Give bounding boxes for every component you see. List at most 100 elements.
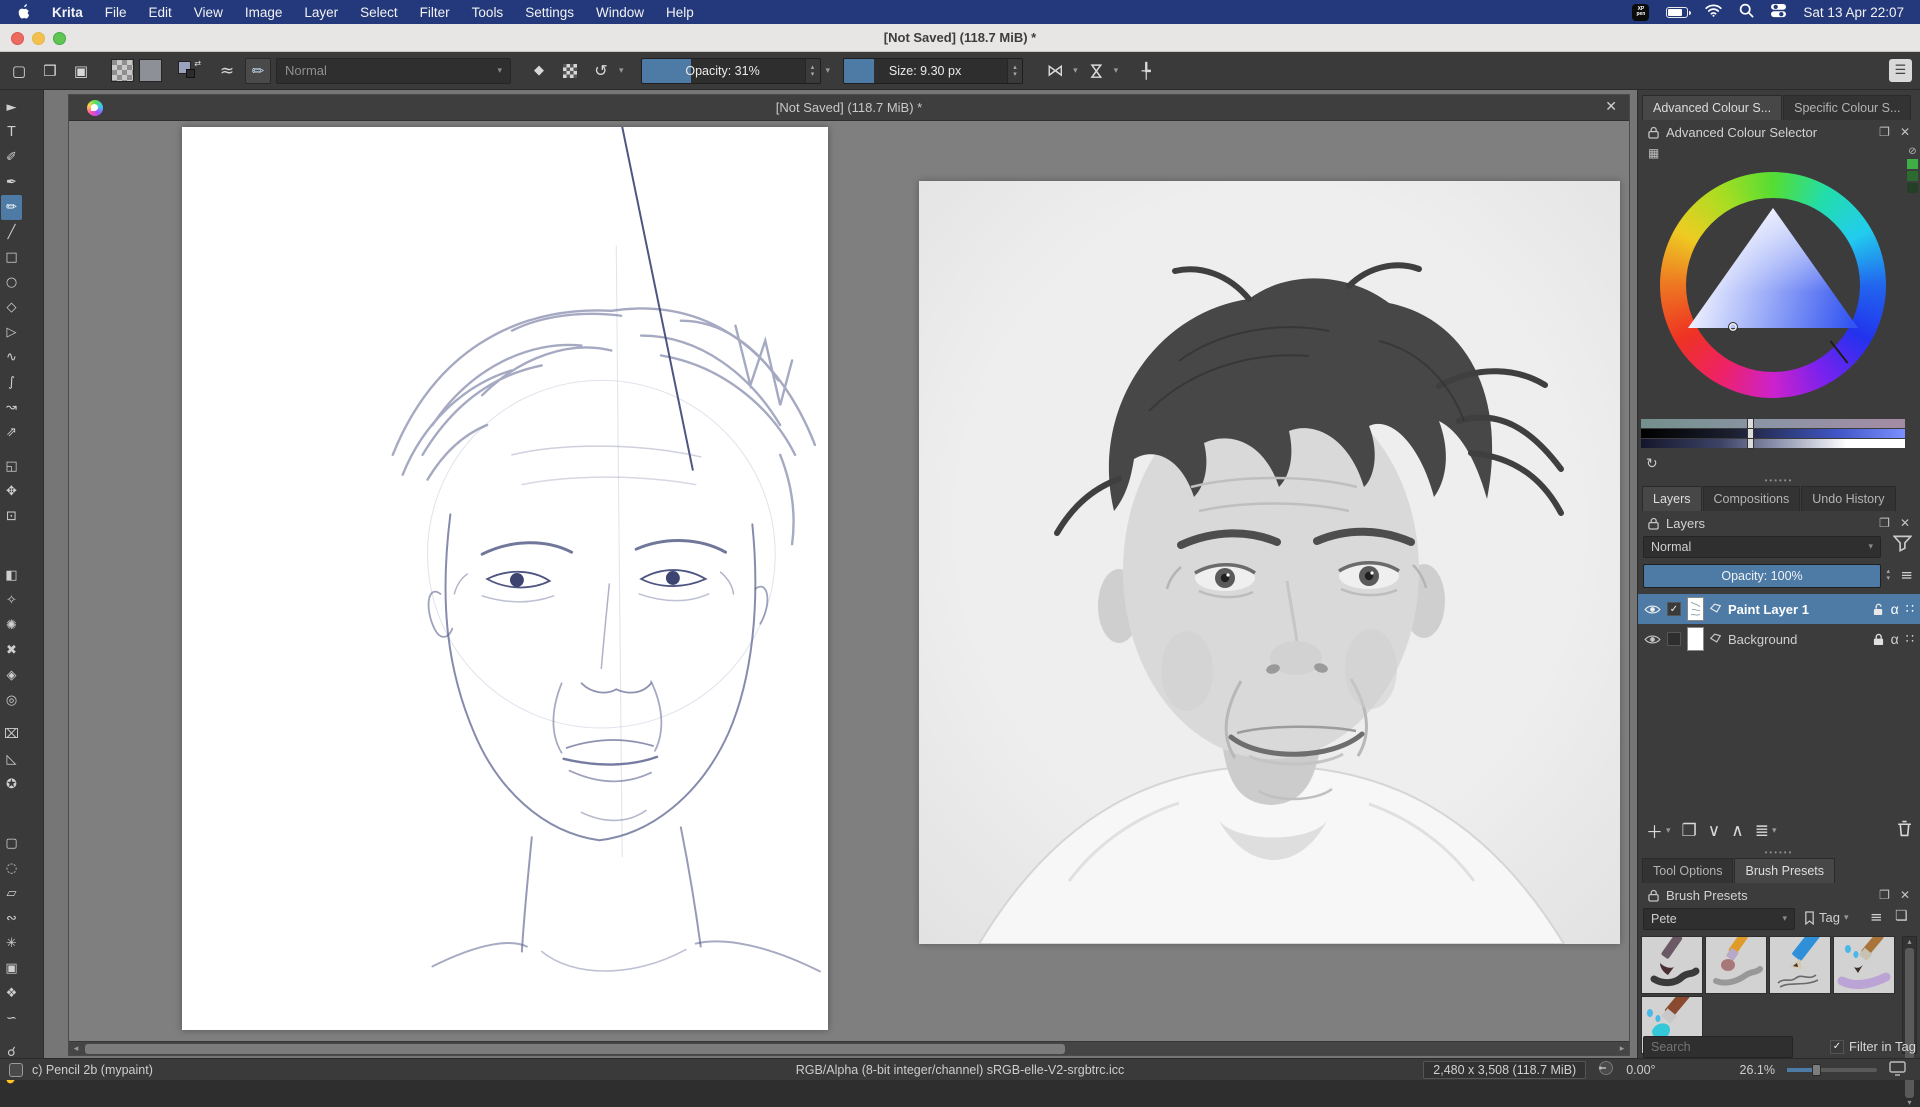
tab-advanced-colour-selector[interactable]: Advanced Colour S...	[1642, 95, 1782, 120]
menu-view[interactable]: View	[183, 0, 234, 24]
scroll-right-icon[interactable]: ▸	[1615, 1044, 1629, 1054]
presets-display-icon[interactable]: ❏	[1895, 908, 1908, 924]
menu-edit[interactable]: Edit	[138, 0, 183, 24]
layer-alpha-lock-icon[interactable]: α	[1891, 631, 1899, 647]
polygon-tool[interactable]: ◇	[1, 295, 22, 320]
edit-shapes-tool[interactable]: ✐	[1, 145, 22, 170]
spotlight-search-icon[interactable]	[1739, 3, 1754, 21]
hue-strip[interactable]	[1641, 419, 1905, 428]
layer-select-checkbox[interactable]: ✓	[1667, 602, 1681, 616]
lightness-strip[interactable]	[1641, 439, 1905, 448]
layer-properties-dropdown-icon[interactable]: ▾	[1772, 826, 1777, 836]
pattern-chooser-swatch[interactable]	[111, 59, 134, 82]
subwindow-close-icon[interactable]: ✕	[1605, 99, 1617, 115]
enclose-fill-tool[interactable]: ◎	[1, 688, 22, 713]
smart-patch-tool[interactable]: ✺	[1, 613, 22, 638]
reload-preset-dropdown-icon[interactable]: ▾	[619, 66, 624, 76]
mirror-vertical-dropdown-icon[interactable]: ▾	[1073, 66, 1078, 76]
tag-dropdown-icon[interactable]: ▾	[1844, 913, 1849, 923]
move-layer-up-icon[interactable]: ∧	[1731, 821, 1743, 841]
brush-preset-thumbnail[interactable]	[1705, 936, 1767, 994]
docker-splitter[interactable]: ••••••	[1638, 476, 1920, 485]
new-document-icon[interactable]: ▢	[6, 58, 32, 84]
docker-lock-icon[interactable]	[1648, 517, 1659, 530]
preset-search-input[interactable]	[1643, 1036, 1793, 1058]
scrollbar-handle[interactable]	[85, 1044, 1065, 1054]
brush-size-slider[interactable]: Size: 9.30 px ▴▾	[843, 58, 1023, 84]
color-history-swatch[interactable]	[1907, 159, 1918, 169]
layer-filter-icon[interactable]	[1893, 534, 1912, 556]
layer-thumbnail[interactable]	[1687, 597, 1704, 621]
color-sampler-tool[interactable]: ✧	[1, 588, 22, 613]
mirror-horizontal-dropdown-icon[interactable]: ▾	[1114, 66, 1119, 76]
tab-undo-history[interactable]: Undo History	[1801, 486, 1895, 511]
layer-properties-icon[interactable]: ≣	[1755, 821, 1769, 841]
menu-filter[interactable]: Filter	[409, 0, 461, 24]
drawing-canvas-page[interactable]	[182, 127, 828, 1030]
layer-thumbnail[interactable]	[1687, 627, 1704, 651]
canvas-only-mode-icon[interactable]	[1889, 1061, 1906, 1079]
assistants-tool[interactable]: ⌧	[1, 722, 22, 747]
layer-locked-icon[interactable]	[1873, 633, 1884, 646]
colorize-mask-tool[interactable]: ✖	[1, 638, 22, 663]
bezier-curve-tool[interactable]: ∿	[1, 345, 22, 370]
float-docker-icon[interactable]: ❐	[1879, 888, 1890, 902]
dynamic-brush-tool[interactable]: ↝	[1, 395, 22, 420]
layer-blending-mode-dropdown[interactable]: Normal▾	[1643, 536, 1881, 558]
brush-editor-icon[interactable]: ≈	[214, 58, 240, 84]
xppen-tablet-menu-icon[interactable]: XP pen	[1632, 4, 1649, 21]
filter-in-tag-checkbox[interactable]: ✓	[1830, 1040, 1844, 1054]
brush-preset-icon[interactable]: ✏	[245, 58, 271, 84]
preserve-alpha-icon[interactable]	[557, 58, 583, 84]
tab-tool-options[interactable]: Tool Options	[1642, 858, 1733, 883]
apple-menu-icon[interactable]	[0, 4, 41, 20]
close-docker-icon[interactable]: ✕	[1900, 888, 1910, 902]
scroll-left-icon[interactable]: ◂	[69, 1044, 83, 1054]
menu-settings[interactable]: Settings	[514, 0, 585, 24]
update-color-history-icon[interactable]: ↻	[1646, 456, 1658, 472]
trim-to-image-icon[interactable]: ╄	[1133, 58, 1159, 84]
bezier-select-tool[interactable]: ❖	[1, 981, 22, 1006]
opacity-dropdown-icon[interactable]: ▾	[826, 66, 831, 76]
menu-bar-clock[interactable]: Sat 13 Apr 22:07	[1803, 5, 1904, 20]
opacity-spinner[interactable]: ▴▾	[805, 59, 820, 83]
battery-icon[interactable]	[1666, 7, 1688, 18]
tab-specific-colour-selector[interactable]: Specific Colour S...	[1783, 95, 1911, 120]
brush-size-spinner[interactable]: ▴▾	[1007, 59, 1022, 83]
tag-bookmark-icon[interactable]	[1804, 911, 1815, 925]
duplicate-layer-icon[interactable]: ❐	[1682, 821, 1697, 841]
layer-opacity-spinner[interactable]: ▴▾	[1886, 568, 1890, 582]
close-docker-icon[interactable]: ✕	[1900, 516, 1910, 530]
canvas-rotation-value[interactable]: 0.00°	[1626, 1063, 1655, 1077]
color-history-swatch[interactable]	[1907, 183, 1918, 193]
image-dimensions[interactable]: 2,480 x 3,508 (118.7 MiB)	[1423, 1061, 1586, 1079]
menu-krita[interactable]: Krita	[41, 0, 94, 24]
select-shapes-tool[interactable]: ►	[1, 95, 22, 120]
crop-tool[interactable]: ⊡	[1, 504, 22, 529]
line-tool[interactable]: ╱	[1, 220, 22, 245]
layer-row-paint-layer-1[interactable]: ✓ Paint Layer 1 α ∷	[1638, 594, 1920, 624]
menu-file[interactable]: File	[94, 0, 138, 24]
layer-alpha-lock-icon[interactable]: α	[1891, 601, 1899, 617]
gradient-tool[interactable]: ◧	[1, 563, 22, 588]
hue-ring[interactable]	[1660, 172, 1886, 398]
reload-preset-icon[interactable]: ↺	[588, 58, 614, 84]
float-docker-icon[interactable]: ❐	[1879, 516, 1890, 530]
move-tool[interactable]: ✥	[1, 479, 22, 504]
menu-select[interactable]: Select	[349, 0, 409, 24]
freehand-select-tool[interactable]: ∾	[1, 906, 22, 931]
layer-row-background[interactable]: Background α ∷	[1638, 624, 1920, 654]
presets-scrollbar[interactable]: ▴▾	[1902, 936, 1917, 1054]
reference-images-tool[interactable]: ✪	[1, 772, 22, 797]
clear-color-history-icon[interactable]: ⊘	[1908, 146, 1916, 157]
tag-button-label[interactable]: Tag	[1819, 910, 1840, 925]
brush-preset-thumbnail[interactable]	[1833, 936, 1895, 994]
opacity-slider[interactable]: Opacity: 31% ▴▾	[641, 58, 821, 84]
save-document-icon[interactable]: ▣	[68, 58, 94, 84]
layer-inherit-alpha-icon[interactable]: ∷	[1906, 602, 1914, 617]
control-center-icon[interactable]	[1771, 3, 1786, 21]
add-layer-dropdown-icon[interactable]: ▾	[1666, 826, 1671, 836]
menu-tools[interactable]: Tools	[461, 0, 515, 24]
ellipse-tool[interactable]: ○	[1, 270, 22, 295]
layer-select-checkbox[interactable]	[1667, 632, 1681, 646]
